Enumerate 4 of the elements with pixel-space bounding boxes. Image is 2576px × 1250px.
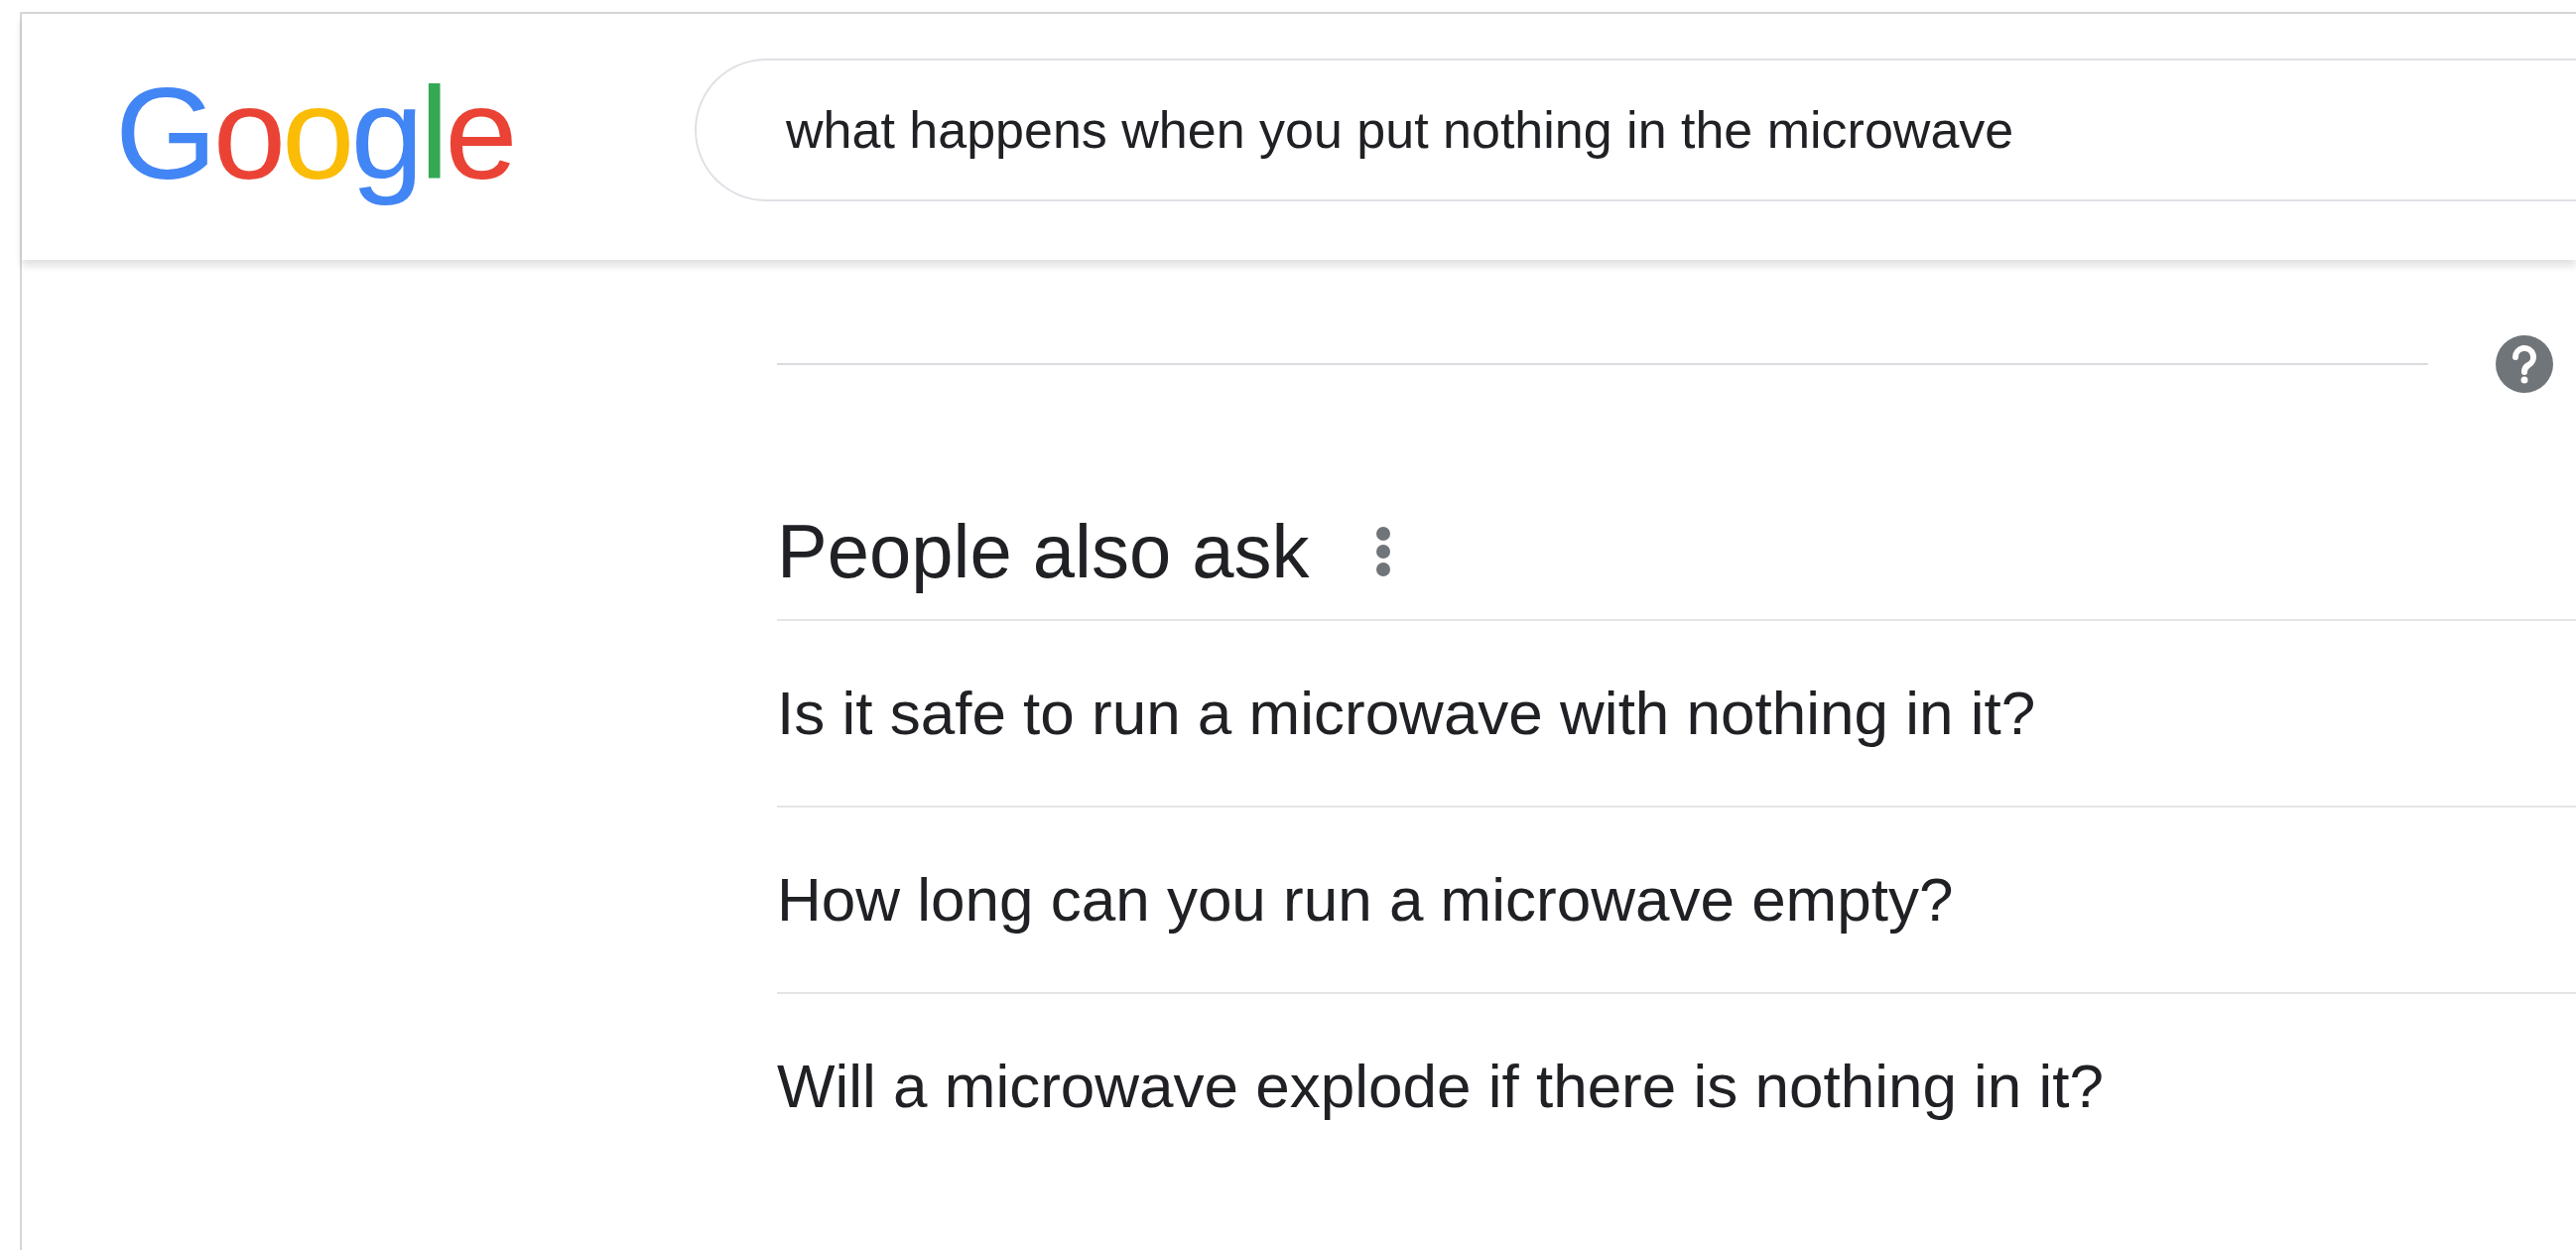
google-logo[interactable]: Google — [115, 68, 695, 205]
help-icon[interactable] — [2496, 335, 2553, 393]
more-options-icon[interactable] — [1374, 526, 1391, 577]
search-field[interactable]: what happens when you put nothing in the microwave — [695, 59, 2576, 201]
